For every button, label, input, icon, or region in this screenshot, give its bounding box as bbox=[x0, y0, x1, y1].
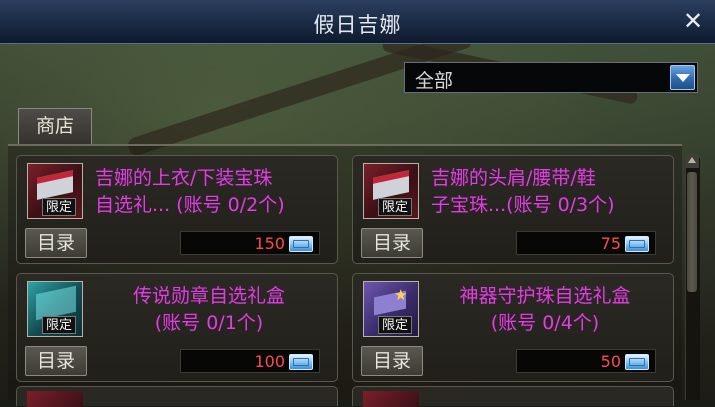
close-icon[interactable]: ✕ bbox=[679, 7, 707, 35]
item-name: 传说勋章自选礼盒 (账号 0/1个) bbox=[91, 283, 327, 337]
catalog-button[interactable]: 目录 bbox=[361, 228, 423, 258]
red-gift-box-icon: 限定 bbox=[363, 163, 419, 219]
item-price: 50 bbox=[600, 352, 621, 371]
item-name-line: (账号 0/4个) bbox=[490, 312, 600, 334]
price-display: 100 bbox=[180, 349, 320, 373]
purple-gift-box-icon: ★ 限定 bbox=[363, 281, 419, 337]
star-icon: ★ bbox=[394, 286, 408, 304]
item-name-line: 神器守护珠自选礼盒 bbox=[459, 285, 631, 307]
limited-badge: 限定 bbox=[42, 316, 77, 334]
item-price: 150 bbox=[254, 234, 285, 253]
catalog-button[interactable]: 目录 bbox=[25, 346, 87, 376]
shop-item-card-partial[interactable] bbox=[16, 386, 338, 407]
item-name: 神器守护珠自选礼盒 (账号 0/4个) bbox=[427, 283, 663, 337]
gift-box-icon bbox=[27, 391, 83, 407]
item-name-line: 自选礼... (账号 0/2个) bbox=[95, 194, 285, 216]
limited-badge: 限定 bbox=[378, 198, 413, 216]
teal-gift-box-icon: 限定 bbox=[27, 281, 83, 337]
currency-ticket-icon bbox=[289, 236, 313, 252]
red-gift-box-icon: 限定 bbox=[27, 163, 83, 219]
item-name: 吉娜的上衣/下装宝珠 自选礼... (账号 0/2个) bbox=[95, 165, 331, 219]
item-price: 75 bbox=[600, 234, 621, 253]
chevron-down-icon[interactable] bbox=[670, 65, 695, 90]
price-display: 75 bbox=[516, 231, 656, 255]
category-dropdown-value: 全部 bbox=[415, 70, 454, 92]
shop-item-card[interactable]: 限定 传说勋章自选礼盒 (账号 0/1个) 目录 100 bbox=[16, 273, 338, 382]
item-name-line: 吉娜的头肩/腰带/鞋 bbox=[431, 167, 596, 189]
item-price: 100 bbox=[254, 352, 285, 371]
item-name-line: 传说勋章自选礼盒 bbox=[132, 285, 285, 307]
shop-item-card-partial[interactable] bbox=[352, 386, 674, 407]
catalog-button[interactable]: 目录 bbox=[25, 228, 87, 258]
item-name-line: (账号 0/1个) bbox=[154, 312, 264, 334]
shop-item-card[interactable]: ★ 限定 神器守护珠自选礼盒 (账号 0/4个) 目录 50 bbox=[352, 273, 674, 382]
currency-ticket-icon bbox=[289, 354, 313, 370]
shop-item-card[interactable]: 限定 吉娜的上衣/下装宝珠 自选礼... (账号 0/2个) 目录 150 bbox=[16, 155, 338, 264]
currency-ticket-icon bbox=[625, 236, 649, 252]
item-name-line: 子宝珠...(账号 0/3个) bbox=[431, 194, 615, 216]
item-name-line: 吉娜的上衣/下装宝珠 bbox=[95, 167, 273, 189]
window-title: 假日吉娜 bbox=[313, 13, 402, 37]
title-bar: 假日吉娜 ✕ bbox=[0, 0, 715, 44]
limited-badge: 限定 bbox=[378, 316, 413, 334]
scroll-up-arrow-icon[interactable] bbox=[686, 154, 699, 168]
tab-shop[interactable]: 商店 bbox=[18, 108, 92, 144]
price-display: 150 bbox=[180, 231, 320, 255]
shop-item-card[interactable]: 限定 吉娜的头肩/腰带/鞋 子宝珠...(账号 0/3个) 目录 75 bbox=[352, 155, 674, 264]
gift-box-icon bbox=[363, 391, 419, 407]
price-display: 50 bbox=[516, 349, 656, 373]
currency-ticket-icon bbox=[625, 354, 649, 370]
limited-badge: 限定 bbox=[42, 198, 77, 216]
item-name: 吉娜的头肩/腰带/鞋 子宝珠...(账号 0/3个) bbox=[431, 165, 667, 219]
scrollbar-thumb[interactable] bbox=[687, 172, 697, 292]
catalog-button[interactable]: 目录 bbox=[361, 346, 423, 376]
category-dropdown[interactable]: 全部 bbox=[404, 62, 698, 93]
